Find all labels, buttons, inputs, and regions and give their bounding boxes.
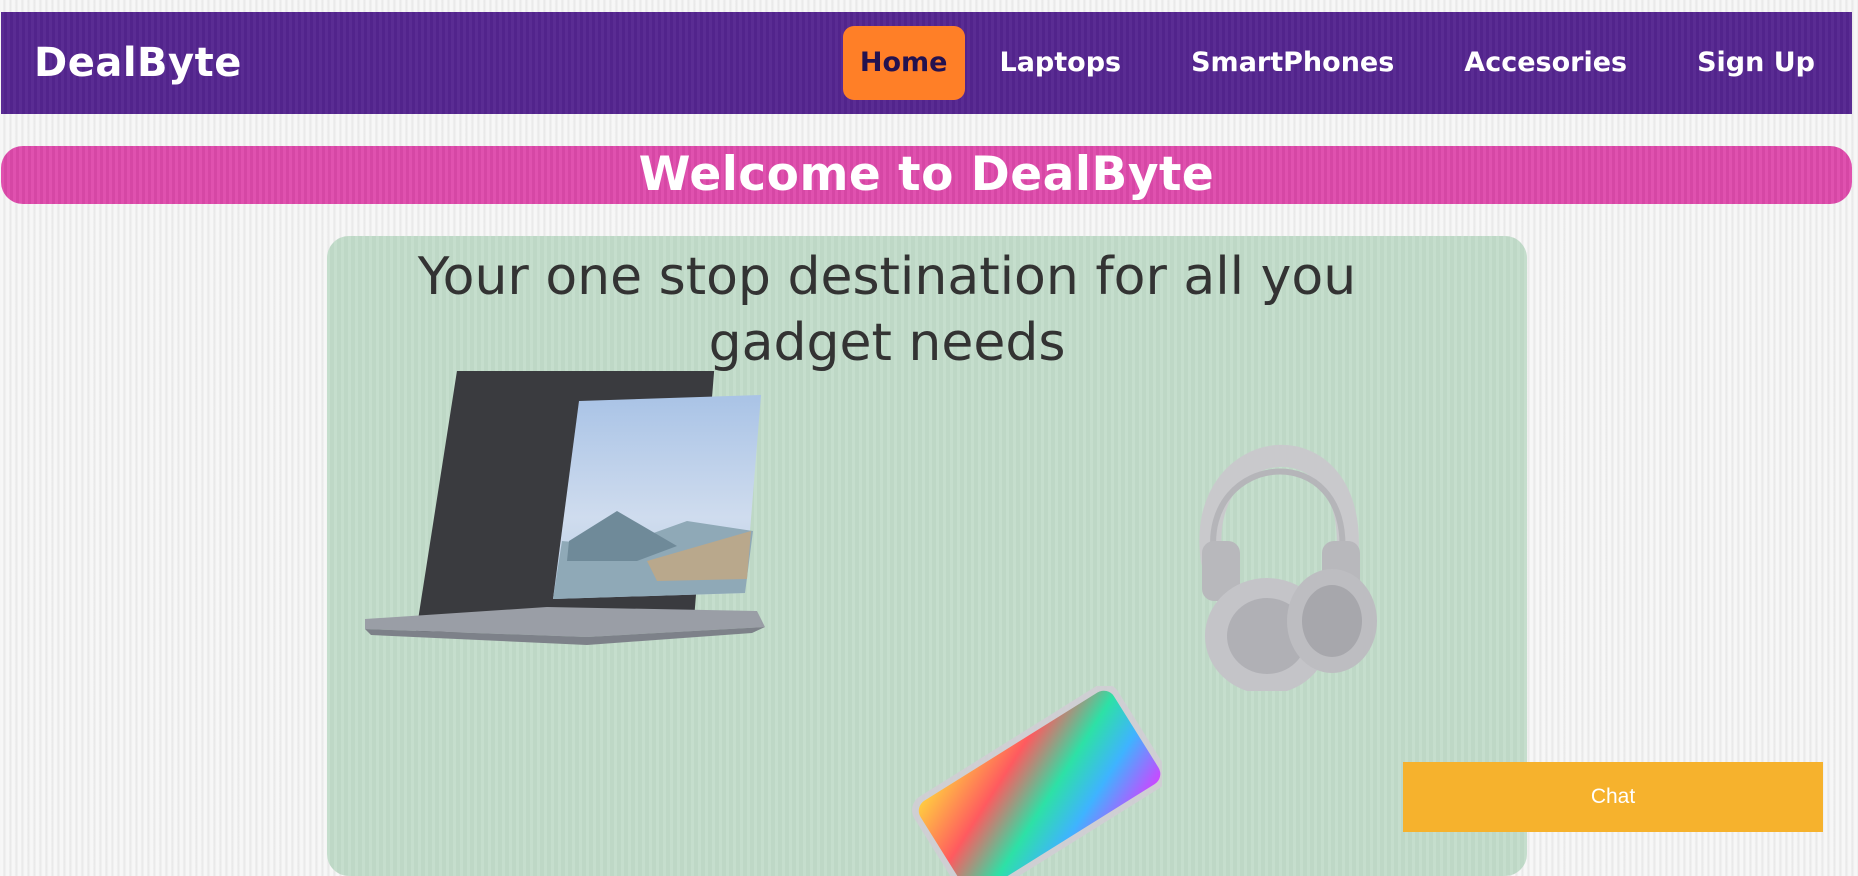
hero-image: Your one stop destination for all you ga… <box>327 236 1527 876</box>
nav-laptops[interactable]: Laptops <box>983 26 1139 100</box>
nav-smartphones[interactable]: SmartPhones <box>1174 26 1411 100</box>
chat-button[interactable]: Chat <box>1403 762 1823 832</box>
nav-links: Home Laptops SmartPhones Accesories Sign… <box>842 26 1852 100</box>
welcome-title: Welcome to DealByte <box>638 147 1215 202</box>
nav-accessories[interactable]: Accesories <box>1447 26 1644 100</box>
hero-tagline: Your one stop destination for all you ga… <box>387 244 1387 376</box>
smartphone-image <box>912 686 1162 876</box>
brand-logo[interactable]: DealByte <box>34 40 242 86</box>
hero-tagline-line1: Your one stop destination for all you <box>417 247 1357 307</box>
hero-tagline-line2: gadget needs <box>708 313 1066 373</box>
laptop-image <box>365 371 765 645</box>
welcome-banner: Welcome to DealByte <box>1 146 1852 204</box>
navbar: DealByte Home Laptops SmartPhones Acceso… <box>1 12 1852 114</box>
headphones-image <box>1199 445 1377 691</box>
nav-home[interactable]: Home <box>842 26 965 100</box>
nav-sign-up[interactable]: Sign Up <box>1680 26 1832 100</box>
